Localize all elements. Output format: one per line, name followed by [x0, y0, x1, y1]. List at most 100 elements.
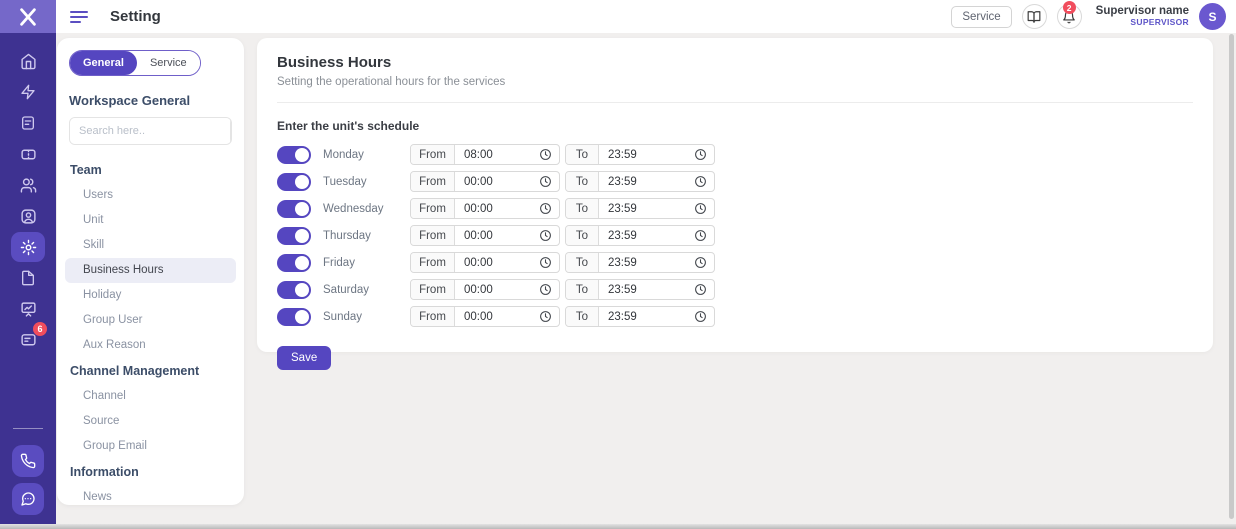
to-time-field[interactable]: To 23:59 [565, 171, 715, 192]
sidebar-item-group-user[interactable]: Group User [65, 308, 236, 333]
clock-icon[interactable] [539, 145, 559, 164]
from-value: 08:00 [455, 145, 539, 164]
clock-icon[interactable] [539, 172, 559, 191]
day-toggle[interactable] [277, 227, 311, 245]
sidebar-item-business-hours[interactable]: Business Hours [65, 258, 236, 283]
tab-general[interactable]: General [70, 51, 137, 75]
to-time-field[interactable]: To 23:59 [565, 252, 715, 273]
from-label: From [411, 307, 455, 326]
from-label: From [411, 199, 455, 218]
search-icon[interactable] [230, 118, 232, 144]
messages-icon[interactable]: 6 [11, 325, 45, 355]
schedule-row-friday: Friday From 00:00 To 23:59 [257, 249, 1213, 276]
menu-icon[interactable] [70, 11, 88, 23]
from-time-field[interactable]: From 00:00 [410, 279, 560, 300]
clock-icon[interactable] [539, 280, 559, 299]
day-toggle[interactable] [277, 200, 311, 218]
from-value: 00:00 [455, 172, 539, 191]
clock-icon[interactable] [694, 172, 714, 191]
document-icon[interactable] [11, 263, 45, 293]
clock-icon[interactable] [694, 280, 714, 299]
ticket-icon[interactable] [11, 139, 45, 169]
clock-icon[interactable] [694, 199, 714, 218]
users-icon[interactable] [11, 170, 45, 200]
bolt-icon[interactable] [11, 77, 45, 107]
day-toggle[interactable] [277, 308, 311, 326]
to-time-field[interactable]: To 23:59 [565, 279, 715, 300]
sidebar-item-holiday[interactable]: Holiday [65, 283, 236, 308]
from-time-field[interactable]: From 00:00 [410, 171, 560, 192]
phone-icon[interactable] [12, 445, 44, 477]
sidebar-item-source[interactable]: Source [65, 409, 236, 434]
clock-icon[interactable] [539, 199, 559, 218]
sidebar-item-users[interactable]: Users [65, 183, 236, 208]
day-toggle[interactable] [277, 173, 311, 191]
sidebar-heading: Workspace General [69, 93, 232, 108]
clock-icon[interactable] [694, 253, 714, 272]
sidebar-item-group-email[interactable]: Group Email [65, 434, 236, 459]
schedule-row-monday: Monday From 08:00 To 23:59 [257, 141, 1213, 168]
schedule-rows: Monday From 08:00 To 23:59 Tuesday From … [257, 141, 1213, 330]
to-label: To [566, 253, 599, 272]
app-logo[interactable] [0, 0, 56, 33]
nav-section-team: Team [65, 157, 236, 183]
tab-service[interactable]: Service [137, 51, 200, 75]
search-input[interactable] [70, 118, 230, 144]
schedule-row-tuesday: Tuesday From 00:00 To 23:59 [257, 168, 1213, 195]
user-info: Supervisor name SUPERVISOR [1096, 5, 1189, 28]
day-toggle[interactable] [277, 281, 311, 299]
day-label: Friday [323, 257, 410, 269]
sidebar-item-channel[interactable]: Channel [65, 384, 236, 409]
schedule-label: Enter the unit's schedule [257, 103, 1213, 133]
from-time-field[interactable]: From 08:00 [410, 144, 560, 165]
top-header: Setting Service 2 Supervisor name SUPERV… [56, 0, 1236, 33]
from-time-field[interactable]: From 00:00 [410, 306, 560, 327]
settings-icon[interactable] [11, 232, 45, 262]
report-icon[interactable] [11, 108, 45, 138]
to-value: 23:59 [599, 280, 694, 299]
to-value: 23:59 [599, 199, 694, 218]
clock-icon[interactable] [539, 307, 559, 326]
sidebar-item-aux-reason[interactable]: Aux Reason [65, 333, 236, 358]
day-label: Thursday [323, 230, 410, 242]
schedule-row-saturday: Saturday From 00:00 To 23:59 [257, 276, 1213, 303]
settings-sidebar: General Service Workspace General Team U… [57, 38, 244, 505]
clock-icon[interactable] [694, 226, 714, 245]
sidebar-item-unit[interactable]: Unit [65, 208, 236, 233]
clock-icon[interactable] [694, 307, 714, 326]
notification-bell-button[interactable]: 2 [1057, 4, 1082, 29]
to-time-field[interactable]: To 23:59 [565, 225, 715, 246]
to-time-field[interactable]: To 23:59 [565, 198, 715, 219]
save-button[interactable]: Save [277, 346, 331, 370]
dashboard-icon[interactable] [11, 294, 45, 324]
day-label: Sunday [323, 311, 410, 323]
clock-icon[interactable] [539, 253, 559, 272]
from-value: 00:00 [455, 307, 539, 326]
from-time-field[interactable]: From 00:00 [410, 225, 560, 246]
vertical-scrollbar[interactable] [1229, 34, 1234, 519]
to-value: 23:59 [599, 145, 694, 164]
day-toggle[interactable] [277, 146, 311, 164]
to-label: To [566, 226, 599, 245]
chat-icon[interactable] [12, 483, 44, 515]
clock-icon[interactable] [539, 226, 559, 245]
clock-icon[interactable] [694, 145, 714, 164]
from-time-field[interactable]: From 00:00 [410, 252, 560, 273]
avatar[interactable]: S [1199, 3, 1226, 30]
knowledge-book-button[interactable] [1022, 4, 1047, 29]
from-time-field[interactable]: From 00:00 [410, 198, 560, 219]
to-time-field[interactable]: To 23:59 [565, 306, 715, 327]
day-toggle[interactable] [277, 254, 311, 272]
to-value: 23:59 [599, 307, 694, 326]
from-value: 00:00 [455, 280, 539, 299]
service-button[interactable]: Service [951, 6, 1011, 28]
sidebar-tabs: General Service [69, 50, 201, 76]
contact-icon[interactable] [11, 201, 45, 231]
messages-badge: 6 [33, 322, 47, 336]
to-time-field[interactable]: To 23:59 [565, 144, 715, 165]
home-icon[interactable] [11, 46, 45, 76]
sidebar-item-skill[interactable]: Skill [65, 233, 236, 258]
sidebar-item-news[interactable]: News [65, 485, 236, 505]
business-hours-card: Business Hours Setting the operational h… [257, 38, 1213, 352]
user-role: SUPERVISOR [1096, 18, 1189, 28]
